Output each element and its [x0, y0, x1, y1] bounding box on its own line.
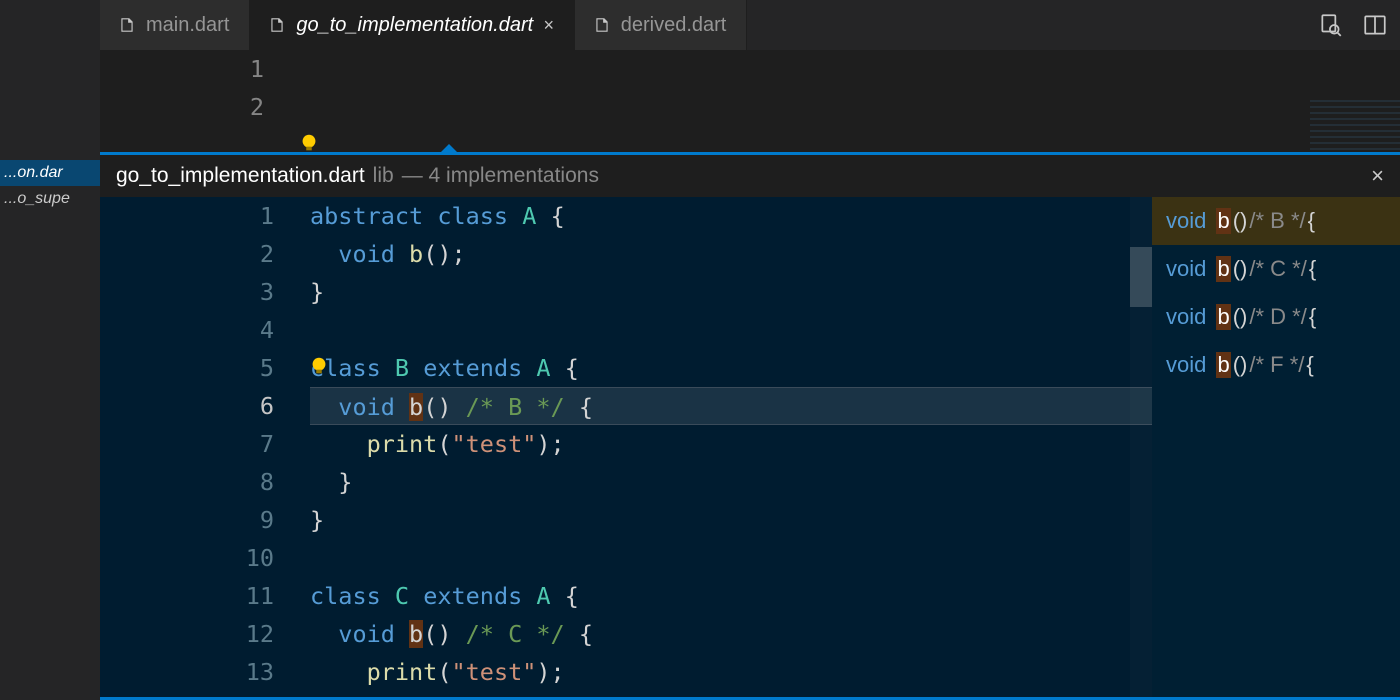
- peek-body: 12345678910111213 abstract class A { voi…: [100, 197, 1400, 697]
- line-number: 1: [100, 197, 274, 235]
- tab-go-to-implementation[interactable]: go_to_implementation.dart ×: [250, 0, 574, 50]
- peek-reference-item[interactable]: void b() /* C */ {: [1152, 245, 1400, 293]
- code-line[interactable]: }: [310, 273, 1152, 311]
- line-number: 2: [100, 235, 274, 273]
- code-line[interactable]: print("test");: [310, 425, 1152, 463]
- peek-view: go_to_implementation.dart lib — 4 implem…: [100, 152, 1400, 700]
- split-editor-icon[interactable]: [1362, 12, 1388, 38]
- line-number: 2: [100, 88, 264, 126]
- line-number: 12: [100, 615, 274, 653]
- line-number: 8: [100, 463, 274, 501]
- code-line[interactable]: print("test");: [310, 653, 1152, 691]
- file-icon: [268, 16, 286, 34]
- tab-label: main.dart: [146, 14, 229, 37]
- line-number: 1: [100, 50, 264, 88]
- lightbulb-icon[interactable]: [308, 355, 330, 377]
- code-line[interactable]: [310, 311, 1152, 349]
- peek-header: go_to_implementation.dart lib — 4 implem…: [100, 155, 1400, 197]
- peek-editor[interactable]: 12345678910111213 abstract class A { voi…: [100, 197, 1152, 697]
- code-line[interactable]: void b();: [310, 235, 1152, 273]
- line-number: 11: [100, 577, 274, 615]
- tab-derived-dart[interactable]: derived.dart: [575, 0, 748, 50]
- tab-label: go_to_implementation.dart: [296, 14, 533, 37]
- file-icon: [118, 16, 136, 34]
- peek-dir: lib: [373, 164, 394, 188]
- line-number: 6: [100, 387, 274, 425]
- close-icon[interactable]: ×: [543, 15, 554, 36]
- close-icon[interactable]: ×: [1371, 163, 1384, 189]
- peek-pointer: [440, 144, 458, 153]
- tab-bar: main.dart go_to_implementation.dart × de…: [100, 0, 1400, 50]
- explorer-sidebar: on.dar... o_supe...: [0, 0, 100, 700]
- line-number: 3: [100, 273, 274, 311]
- code-line[interactable]: class C extends A {: [310, 577, 1152, 615]
- lightbulb-icon[interactable]: [298, 132, 320, 154]
- peek-reference-list: void b() /* B */ {void b() /* C */ {void…: [1152, 197, 1400, 697]
- peek-gutter: 12345678910111213: [100, 197, 310, 697]
- line-number: 7: [100, 425, 274, 463]
- sidebar-item-0[interactable]: on.dar...: [0, 160, 100, 186]
- code-line[interactable]: }: [310, 501, 1152, 539]
- line-number: 10: [100, 539, 274, 577]
- code-line[interactable]: void b() /* C */ {: [310, 615, 1152, 653]
- peek-reference-item[interactable]: void b() /* F */ {: [1152, 341, 1400, 389]
- tab-label: derived.dart: [621, 14, 727, 37]
- line-number: 9: [100, 501, 274, 539]
- code-line[interactable]: void b() /* B */ {: [310, 387, 1152, 425]
- peek-filename: go_to_implementation.dart: [116, 164, 365, 188]
- peek-reference-item[interactable]: void b() /* B */ {: [1152, 197, 1400, 245]
- sidebar-item-1[interactable]: o_supe...: [0, 186, 100, 212]
- editor-area: main.dart go_to_implementation.dart × de…: [100, 0, 1400, 700]
- line-number: 4: [100, 311, 274, 349]
- line-number: 5: [100, 349, 274, 387]
- scrollbar-thumb[interactable]: [1130, 247, 1152, 307]
- tab-main-dart[interactable]: main.dart: [100, 0, 250, 50]
- code-line[interactable]: }: [310, 463, 1152, 501]
- peek-code[interactable]: abstract class A { void b();} class B ext…: [310, 197, 1152, 697]
- sidebar-spacer: [0, 0, 100, 160]
- code-line[interactable]: [310, 539, 1152, 577]
- find-in-file-icon[interactable]: [1318, 12, 1344, 38]
- scrollbar[interactable]: [1130, 197, 1152, 697]
- line-number: 13: [100, 653, 274, 691]
- app-root: on.dar... o_supe... main.dart go_to_impl…: [0, 0, 1400, 700]
- tab-actions: [1318, 0, 1400, 50]
- peek-reference-item[interactable]: void b() /* D */ {: [1152, 293, 1400, 341]
- peek-meta: — 4 implementations: [402, 164, 599, 188]
- file-icon: [593, 16, 611, 34]
- code-line[interactable]: class B extends A {: [310, 349, 1152, 387]
- code-line[interactable]: abstract class A {: [310, 197, 1152, 235]
